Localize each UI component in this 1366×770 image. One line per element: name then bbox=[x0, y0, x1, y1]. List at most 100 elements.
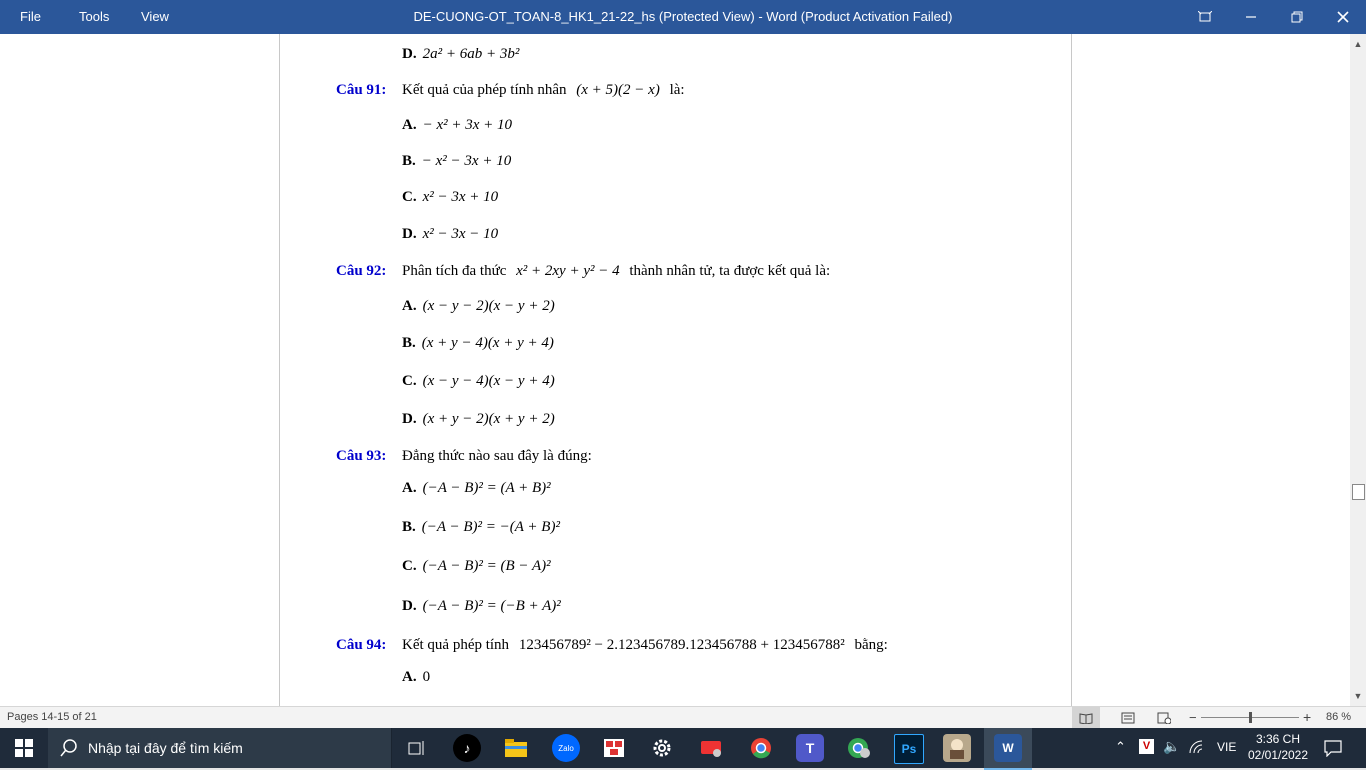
vertical-scrollbar[interactable]: ▲ ▼ bbox=[1350, 34, 1366, 706]
zoom-in-button[interactable]: + bbox=[1303, 709, 1311, 725]
option-expr: x² − 3x − 10 bbox=[422, 226, 499, 242]
web-layout-icon bbox=[1157, 712, 1171, 724]
vietkey-label: V bbox=[1142, 740, 1151, 752]
option-expr: − x² − 3x + 10 bbox=[421, 153, 512, 169]
right-margin bbox=[1071, 34, 1350, 706]
question-text-after: thành nhân tử, ta được kết quả là: bbox=[629, 263, 831, 279]
zoom-thumb[interactable] bbox=[1249, 712, 1252, 723]
question-text: Kết quả của phép tính nhân bbox=[402, 82, 567, 98]
chevron-up-icon[interactable]: ⌃ bbox=[1115, 739, 1126, 755]
window-title: DE-CUONG-OT_TOAN-8_HK1_21-22_hs (Protect… bbox=[413, 9, 953, 24]
wifi-icon[interactable] bbox=[1189, 740, 1203, 754]
option-expr: 0 bbox=[422, 669, 431, 685]
option-expr: (−A − B)² = (−B + A)² bbox=[422, 598, 561, 614]
minimize-icon bbox=[1246, 16, 1256, 18]
close-button[interactable] bbox=[1320, 0, 1366, 34]
option-93-d: D. (−A − B)² = (−B + A)² bbox=[402, 598, 561, 615]
option-expr: (−A − B)² = (A + B)² bbox=[422, 480, 551, 496]
language-indicator[interactable]: VIE bbox=[1217, 740, 1236, 754]
focus-mode-button[interactable] bbox=[1182, 0, 1228, 34]
option-expr: x² − 3x + 10 bbox=[422, 189, 499, 205]
question-text-92: Phân tích đa thức x² + 2xy + y² − 4 thàn… bbox=[402, 263, 830, 280]
option-label: B. bbox=[402, 335, 416, 351]
menu-view[interactable]: View bbox=[141, 9, 169, 24]
option-93-c: C. (−A − B)² = (B − A)² bbox=[402, 558, 551, 575]
option-label: D. bbox=[402, 411, 417, 427]
app-icon[interactable] bbox=[600, 734, 628, 762]
option-94-a: A. 0 bbox=[402, 669, 430, 686]
scroll-up-icon[interactable]: ▲ bbox=[1352, 38, 1364, 50]
option-expr: (−A − B)² = −(A + B)² bbox=[421, 519, 560, 535]
scroll-down-icon[interactable]: ▼ bbox=[1352, 690, 1364, 702]
option-label: C. bbox=[402, 558, 417, 574]
focus-mode-icon bbox=[1198, 11, 1212, 22]
game-icon[interactable] bbox=[943, 734, 971, 762]
menu-tools[interactable]: Tools bbox=[79, 9, 109, 24]
question-expr: x² + 2xy + y² − 4 bbox=[516, 263, 620, 279]
document-page: D. 2a² + 6ab + 3b² Câu 91: Kết quả của ph… bbox=[279, 34, 1072, 706]
option-expr: (x − y − 2)(x − y + 2) bbox=[422, 298, 555, 314]
taskbar: Nhập tại đây để tìm kiếm ♪ Zalo T Ps W ⌃… bbox=[0, 728, 1366, 770]
option-expr: − x² + 3x + 10 bbox=[422, 117, 513, 133]
clock[interactable]: 3:36 CH 02/01/2022 bbox=[1246, 731, 1310, 763]
read-mode-button[interactable] bbox=[1072, 707, 1100, 729]
question-text: Đẳng thức nào sau đây là đúng: bbox=[402, 448, 592, 464]
option-expr: (−A − B)² = (B − A)² bbox=[422, 558, 551, 574]
task-view-icon[interactable] bbox=[403, 734, 431, 762]
tiktok-icon[interactable]: ♪ bbox=[453, 734, 481, 762]
web-layout-button[interactable] bbox=[1150, 707, 1178, 729]
question-text: Kết quả phép tính bbox=[402, 637, 510, 653]
vietkey-icon[interactable]: V bbox=[1139, 739, 1154, 754]
zoom-slider[interactable] bbox=[1201, 712, 1299, 723]
option-label: C. bbox=[402, 373, 417, 389]
question-text-after: bằng: bbox=[854, 637, 888, 653]
option-label: A. bbox=[402, 669, 417, 685]
left-margin bbox=[0, 34, 279, 706]
zoom-level[interactable]: 86 % bbox=[1326, 711, 1351, 723]
chrome-profile-icon[interactable] bbox=[845, 734, 873, 762]
question-label-94: Câu 94: bbox=[336, 637, 387, 653]
print-layout-icon bbox=[1121, 712, 1135, 724]
volume-icon[interactable]: 🔈 bbox=[1163, 738, 1180, 755]
menu-file[interactable]: File bbox=[20, 9, 41, 24]
question-label-93: Câu 93: bbox=[336, 448, 387, 464]
ps-label: Ps bbox=[901, 742, 917, 756]
notification-icon[interactable] bbox=[1324, 739, 1342, 757]
clock-date: 02/01/2022 bbox=[1247, 748, 1309, 762]
zoom-out-button[interactable]: − bbox=[1189, 710, 1197, 725]
word-taskbar-button[interactable]: W bbox=[984, 728, 1032, 770]
photoshop-icon[interactable]: Ps bbox=[894, 734, 924, 764]
status-bar: Pages 14-15 of 21 − + 86 % bbox=[0, 706, 1366, 729]
question-label-92: Câu 92: bbox=[336, 263, 387, 279]
file-explorer-icon[interactable] bbox=[502, 734, 530, 762]
option-label: D. bbox=[402, 46, 417, 62]
windows-icon bbox=[15, 739, 33, 757]
print-layout-button[interactable] bbox=[1114, 707, 1142, 729]
option-92-b: B. (x + y − 4)(x + y + 4) bbox=[402, 335, 554, 352]
question-expr: 123456789² − 2.123456789.123456788 + 123… bbox=[518, 637, 845, 653]
chrome-icon[interactable] bbox=[747, 734, 775, 762]
restore-button[interactable] bbox=[1274, 0, 1320, 34]
zalo-icon[interactable]: Zalo bbox=[552, 734, 580, 762]
teams-icon[interactable]: T bbox=[796, 734, 824, 762]
option-label: A. bbox=[402, 298, 417, 314]
word-label: W bbox=[1002, 741, 1014, 755]
start-button[interactable] bbox=[0, 728, 48, 768]
settings-icon[interactable] bbox=[648, 734, 676, 762]
option-91-d: D. x² − 3x − 10 bbox=[402, 226, 498, 243]
search-icon bbox=[60, 739, 77, 757]
option-label: D. bbox=[402, 598, 417, 614]
option-93-b: B. (−A − B)² = −(A + B)² bbox=[402, 519, 560, 536]
mail-icon[interactable] bbox=[698, 734, 726, 762]
option-label: D. bbox=[402, 226, 417, 242]
option-label: B. bbox=[402, 153, 416, 169]
question-text: Phân tích đa thức bbox=[402, 263, 507, 279]
search-placeholder: Nhập tại đây để tìm kiếm bbox=[88, 740, 243, 756]
question-text-after: là: bbox=[669, 82, 685, 98]
scroll-thumb[interactable] bbox=[1352, 484, 1365, 500]
question-expr: (x + 5)(2 − x) bbox=[576, 82, 660, 98]
option-expr: (x + y − 2)(x + y + 2) bbox=[422, 411, 555, 427]
search-box[interactable]: Nhập tại đây để tìm kiếm bbox=[48, 728, 392, 768]
option-label: C. bbox=[402, 189, 417, 205]
minimize-button[interactable] bbox=[1228, 0, 1274, 34]
